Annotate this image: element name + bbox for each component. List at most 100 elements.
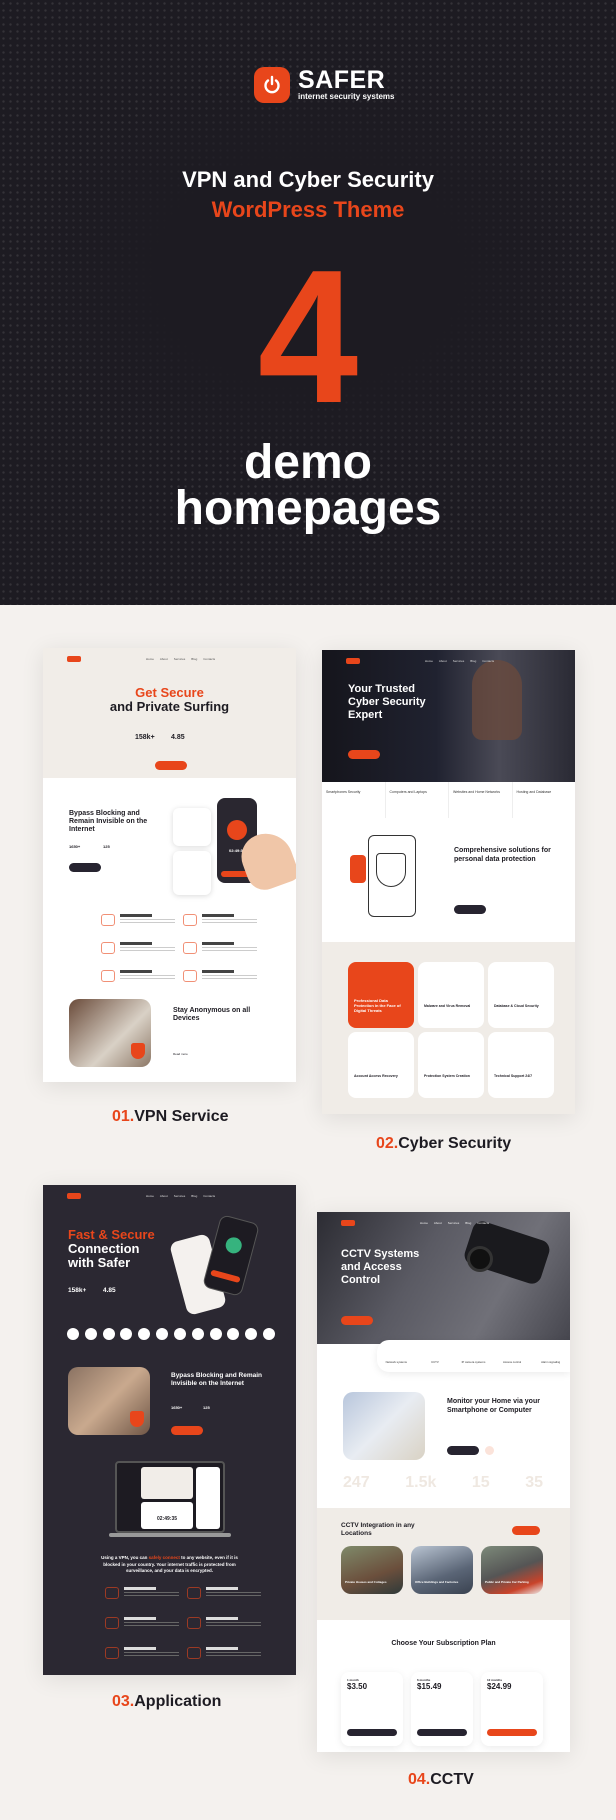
pricing-title: Choose Your Subscription Plan <box>391 1640 496 1647</box>
preview-nav: Home About Services Blog Contacts <box>43 1185 296 1207</box>
pricing-card: 1 month $3.50 <box>341 1672 403 1746</box>
shield-icon <box>131 1043 145 1059</box>
platform-icon-android[interactable] <box>102 1328 115 1340</box>
world-map-panel <box>141 1467 193 1499</box>
cyber-hero-title: Your Trusted Cyber Security Expert <box>348 683 426 721</box>
category-item[interactable]: Hosting and Database <box>513 782 576 818</box>
counter-value: 15 <box>471 1474 490 1491</box>
counter-value: 247 <box>343 1474 370 1491</box>
demo-preview-application[interactable]: Home About Services Blog Contacts Fast & Sec… <box>43 1185 296 1675</box>
feature-item <box>105 1647 179 1659</box>
preview-nav: Home About Services Blog Contacts <box>322 650 575 672</box>
category-item[interactable]: CCTV <box>416 1340 455 1372</box>
brand-name: SAFER <box>298 66 386 94</box>
phone-icon[interactable] <box>485 1446 494 1455</box>
featured-service-card: Professional Data Protection in the Face… <box>348 962 414 1028</box>
platform-icon-playstation[interactable] <box>209 1328 222 1340</box>
platform-icons-row <box>67 1328 275 1340</box>
plan-price: 15.49 <box>421 1682 442 1691</box>
laptop-timer: 02:49:35 <box>141 1502 193 1529</box>
read-more-link[interactable]: Read more <box>173 1052 188 1056</box>
laptop-mockup: 02:49:35 <box>115 1461 225 1533</box>
platform-icon-chrome[interactable] <box>156 1328 169 1340</box>
woman-laptop-photo <box>69 999 151 1067</box>
read-more-button[interactable] <box>447 1446 479 1455</box>
category-item[interactable]: Websites and Home Networks <box>449 782 513 818</box>
platform-icon-other[interactable] <box>262 1328 275 1340</box>
demo-caption-vpn: 01.VPN Service <box>112 1108 229 1125</box>
location-card[interactable]: Office Buildings and Factories <box>411 1546 473 1594</box>
category-item[interactable]: Network systems <box>377 1340 416 1372</box>
service-card[interactable]: Protection System Creation <box>418 1032 484 1098</box>
app-hero-title-1: Fast & Secure <box>68 1227 155 1242</box>
plan-price: 3.50 <box>351 1682 368 1691</box>
platform-icon-apple-tv[interactable] <box>245 1328 258 1340</box>
demo-preview-cyber-security[interactable]: Home About Services Blog Contacts Your Trust… <box>322 650 575 1114</box>
location-list-card <box>173 851 211 895</box>
platform-icon-router[interactable] <box>138 1328 151 1340</box>
category-item[interactable]: Computers and Laptops <box>386 782 449 818</box>
feature-item <box>101 942 175 954</box>
service-card[interactable]: Malware and Virus Removal <box>418 962 484 1028</box>
cctv-hero-title: CCTV Systems and Access Control <box>341 1248 420 1286</box>
demo-caption-application: 03.Application <box>112 1693 222 1710</box>
platform-icon-firefox[interactable] <box>173 1328 186 1340</box>
demo-heading-1: demo <box>243 436 372 489</box>
safer-logo: SAFER internet security systems <box>254 67 395 103</box>
brand-subtitle: internet security systems <box>298 92 395 101</box>
demo-caption-cctv: 04.CCTV <box>408 1771 474 1788</box>
stat-countries: 125 <box>103 844 110 849</box>
integration-title: CCTV Integration in any Locations <box>341 1522 415 1537</box>
feature-item <box>187 1617 261 1629</box>
category-item[interactable]: Smartphones Security <box>322 782 386 818</box>
cctv-counters: 247 1.5k 15 35 <box>343 1474 543 1492</box>
app-stat-rating: 4.85 <box>103 1287 116 1294</box>
anonymous-title: Stay Anonymous on all Devices <box>173 1007 251 1022</box>
wall-camera-photo <box>343 1392 425 1460</box>
get-started-button[interactable] <box>171 1426 203 1435</box>
feature-item <box>183 942 257 954</box>
download-vpn-button[interactable] <box>155 761 187 770</box>
demo-preview-cctv[interactable]: Home About Services Blog Contacts CCTV Syste… <box>317 1212 570 1752</box>
location-card[interactable]: Public and Private Car Parking <box>481 1546 543 1594</box>
vpn-hero-title-2: and Private Surfing <box>109 699 230 714</box>
subscribe-button[interactable] <box>417 1729 467 1736</box>
vpn-features-grid <box>101 914 257 982</box>
read-more-button[interactable] <box>454 905 486 914</box>
platform-icon-windows[interactable] <box>67 1328 79 1340</box>
counter-value: 1.5k <box>405 1474 437 1491</box>
vpn-stat-downloads: 158k+ <box>135 734 155 741</box>
subscribe-button[interactable] <box>347 1729 397 1736</box>
category-item[interactable]: Alarm signaling <box>531 1340 570 1372</box>
location-card[interactable]: Private Houses and Cottages <box>341 1546 403 1594</box>
get-started-button[interactable] <box>341 1316 373 1325</box>
view-all-button[interactable] <box>512 1526 540 1535</box>
vpn-statement: Using a VPN, you can safely connect to a… <box>101 1555 238 1573</box>
stat-servers: 1650+ <box>69 844 81 849</box>
platform-icon-linux[interactable] <box>120 1328 133 1340</box>
category-item[interactable]: IP camera systems <box>454 1340 493 1372</box>
app-stat-downloads: 158k+ <box>68 1287 87 1294</box>
platform-icon-xbox[interactable] <box>227 1328 240 1340</box>
feature-item <box>101 914 175 926</box>
platform-icon-edge[interactable] <box>191 1328 204 1340</box>
get-started-button[interactable] <box>348 750 380 759</box>
speed-card <box>173 808 211 846</box>
demo-heading-2: homepages <box>174 482 442 535</box>
get-started-button[interactable] <box>69 863 101 872</box>
subscribe-button[interactable] <box>487 1729 537 1736</box>
platform-icon-apple[interactable] <box>84 1328 97 1340</box>
service-card[interactable]: Technical Support 24/7 <box>488 1032 554 1098</box>
cctv-category-bar: Network systems CCTV IP camera systems A… <box>377 1340 570 1372</box>
demo-count: 4 <box>257 231 359 443</box>
stat-servers: 1650+ <box>171 1405 183 1410</box>
vpn-section-title: Bypass Blocking and Remain Invisible on … <box>69 810 148 833</box>
counter-value: 35 <box>525 1474 543 1491</box>
category-item[interactable]: Access control <box>493 1340 532 1372</box>
cyber-category-bar: Smartphones Security Computers and Lapto… <box>322 782 575 818</box>
service-card[interactable]: Account Access Recovery <box>348 1032 414 1098</box>
demo-preview-vpn[interactable]: Home About Services Blog Contacts Get Secure… <box>43 648 296 1082</box>
service-card[interactable]: Database & Cloud Security <box>488 962 554 1028</box>
power-icon <box>254 67 290 103</box>
shield-lock-illustration <box>348 835 438 920</box>
